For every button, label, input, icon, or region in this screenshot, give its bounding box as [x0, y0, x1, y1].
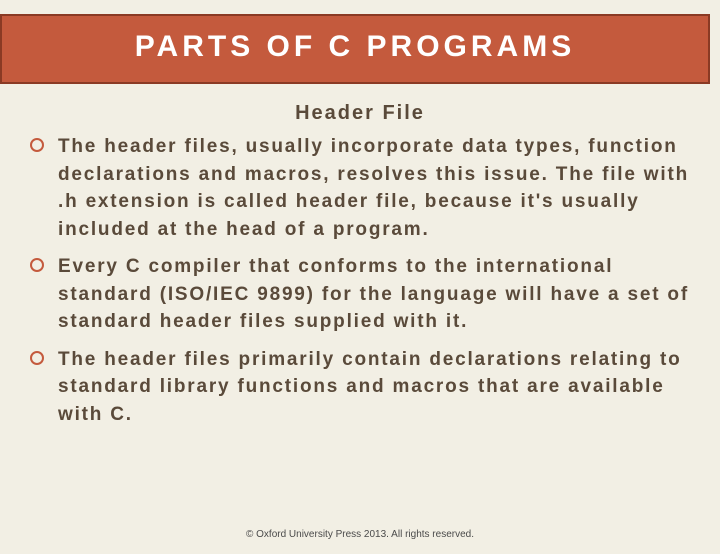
slide-title: PARTS OF C PROGRAMS — [12, 30, 698, 64]
slide-subtitle: Header File — [30, 102, 690, 125]
circle-bullet-icon — [30, 351, 44, 365]
circle-bullet-icon — [30, 258, 44, 272]
copyright-footer: © Oxford University Press 2013. All righ… — [0, 529, 720, 540]
bullet-text: Every C compiler that conforms to the in… — [58, 256, 689, 332]
bullet-text: The header files, usually incorporate da… — [58, 136, 689, 240]
list-item: The header files primarily contain decla… — [30, 346, 690, 429]
list-item: The header files, usually incorporate da… — [30, 133, 690, 243]
bullet-text: The header files primarily contain decla… — [58, 349, 682, 425]
circle-bullet-icon — [30, 138, 44, 152]
list-item: Every C compiler that conforms to the in… — [30, 253, 690, 336]
title-bar: PARTS OF C PROGRAMS — [0, 14, 710, 84]
slide-content: Header File The header files, usually in… — [0, 84, 720, 428]
